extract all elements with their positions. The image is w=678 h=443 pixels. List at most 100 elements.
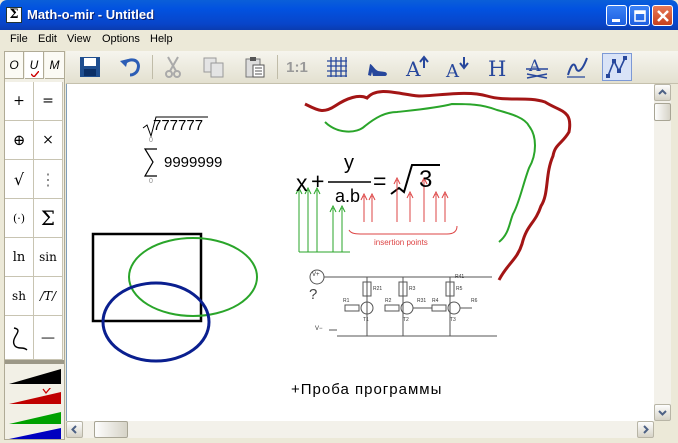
sum-expression-value[interactable]: 9999999 [164, 154, 222, 171]
palette-tab-o[interactable]: O [5, 52, 24, 79]
color-green-swatch[interactable] [9, 408, 61, 425]
palette-tab-u[interactable]: U [25, 52, 44, 79]
color-red-swatch[interactable] [9, 386, 61, 405]
handwriting-icon [567, 57, 588, 78]
sin-function-button[interactable]: sin [34, 238, 63, 277]
font-up-button[interactable]: A [402, 53, 432, 81]
copy-icon [203, 57, 224, 78]
zoom-1to1-button[interactable]: 1:1 [282, 53, 312, 81]
toolbar-separator [277, 55, 278, 79]
menu-options[interactable]: Options [102, 33, 140, 45]
sum-symbol-button[interactable]: Σ [34, 199, 63, 238]
app-icon[interactable]: Σ [6, 7, 22, 23]
palette-divider [5, 360, 64, 364]
minimize-button[interactable] [606, 5, 627, 26]
chevron-down-icon [658, 410, 667, 416]
svg-text:A: A [528, 56, 541, 75]
circuit-vminus-label: V− [315, 326, 323, 332]
font-down-icon: A [445, 57, 469, 79]
copy-button[interactable] [199, 53, 229, 81]
color-black-swatch[interactable] [9, 368, 61, 385]
close-button[interactable] [652, 5, 673, 26]
toolbar: 1:1 A A H A [66, 51, 678, 84]
node-edit-button[interactable] [602, 53, 632, 81]
scroll-up-button[interactable] [654, 84, 671, 101]
menu-view[interactable]: View [67, 33, 91, 45]
cut-icon [165, 56, 181, 78]
circuit-resistor-label: R2 [385, 298, 392, 304]
align-button[interactable]: A [522, 53, 552, 81]
equals-symbol-button[interactable]: = [34, 82, 63, 121]
text-tool-button[interactable]: /T/ [34, 277, 63, 316]
drawing-canvas[interactable]: 777777 0 9999999 0 x + y a.b = 3 inserti… [66, 84, 654, 421]
shoe-button[interactable] [362, 53, 392, 81]
sum-sign [143, 148, 157, 177]
black-rectangle[interactable] [91, 232, 203, 323]
scroll-down-button[interactable] [654, 404, 671, 421]
font-down-button[interactable]: A [442, 53, 472, 81]
scroll-left-button[interactable] [66, 421, 83, 438]
circuit-diagram[interactable] [309, 269, 497, 337]
grid-button[interactable] [322, 53, 352, 81]
sqrt-expression-value[interactable]: 777777 [153, 117, 203, 134]
circuit-question-mark: ? [309, 286, 318, 303]
color-blue-ramp [9, 428, 61, 439]
plus-symbol-button[interactable]: + [5, 82, 34, 121]
circuit-resistor-label: R5 [456, 286, 463, 292]
svg-text:A: A [405, 57, 421, 79]
hspace-button[interactable]: H [482, 53, 512, 81]
toolbar-separator [152, 55, 153, 79]
freehand-curve-icon [12, 327, 28, 351]
ln-function-button[interactable]: ln [5, 238, 34, 277]
parentheses-symbol-button[interactable]: (·) [5, 199, 34, 238]
vertical-scrollbar[interactable] [654, 84, 671, 421]
sh-function-button[interactable]: sh [5, 277, 34, 316]
node-edit-icon [606, 56, 627, 78]
color-blue-swatch[interactable] [9, 426, 61, 439]
palette-tab-m[interactable]: M [45, 52, 64, 79]
paste-icon [245, 57, 265, 78]
vertical-scroll-thumb[interactable] [654, 103, 671, 121]
circuit-transistor-label: T3 [450, 317, 456, 323]
chevron-right-icon [643, 425, 649, 434]
horizontal-scrollbar[interactable] [66, 421, 654, 438]
save-icon [80, 57, 100, 77]
menu-help[interactable]: Help [150, 33, 173, 45]
sum-lower-limit: 0 [149, 178, 153, 185]
shoe-icon [368, 64, 387, 76]
scroll-right-button[interactable] [637, 421, 654, 438]
green-ellipse[interactable] [128, 237, 258, 317]
align-icon: A [526, 56, 548, 79]
sqrt-symbol-button[interactable]: √ [5, 160, 34, 199]
title-bar: Σ Math-o-mir - Untitled [0, 0, 678, 30]
circuit-transistor-label: T2 [403, 317, 409, 323]
font-up-icon: A [405, 55, 429, 79]
menu-bar: File Edit View Options Help [0, 30, 678, 49]
sum-upper-limit: 0 [149, 137, 153, 144]
window-title: Math-o-mir - Untitled [27, 7, 155, 22]
chevron-left-icon [71, 425, 77, 434]
menu-edit[interactable]: Edit [38, 33, 57, 45]
cut-button[interactable] [158, 53, 188, 81]
handwriting-button[interactable] [562, 53, 592, 81]
save-button[interactable] [75, 53, 105, 81]
fraction-symbol-button[interactable]: ⋮ [34, 160, 63, 199]
menu-file[interactable]: File [10, 33, 28, 45]
circle-plus-symbol-button[interactable]: ⊕ [5, 121, 34, 160]
maximize-button[interactable] [629, 5, 650, 26]
resize-grip[interactable] [654, 421, 671, 438]
checkmark-icon [31, 71, 39, 77]
line-tool-button[interactable]: — [34, 316, 63, 360]
horizontal-scroll-thumb[interactable] [94, 421, 128, 438]
svg-text:H: H [488, 57, 506, 79]
undo-button[interactable] [116, 53, 146, 81]
times-symbol-button[interactable]: × [34, 121, 63, 160]
paste-button[interactable] [240, 53, 270, 81]
freehand-curve-button[interactable] [5, 316, 34, 360]
formula-radicand: 3 [419, 166, 433, 193]
note-text[interactable]: +Проба программы [291, 381, 442, 398]
symbol-palette: O U M + = ⊕ × √ ⋮ (·) Σ ln sin sh /T/ — [4, 51, 65, 440]
formula-denominator: a.b [335, 186, 361, 206]
formula-numerator: y [344, 152, 354, 174]
canvas-drawings [91, 90, 572, 363]
